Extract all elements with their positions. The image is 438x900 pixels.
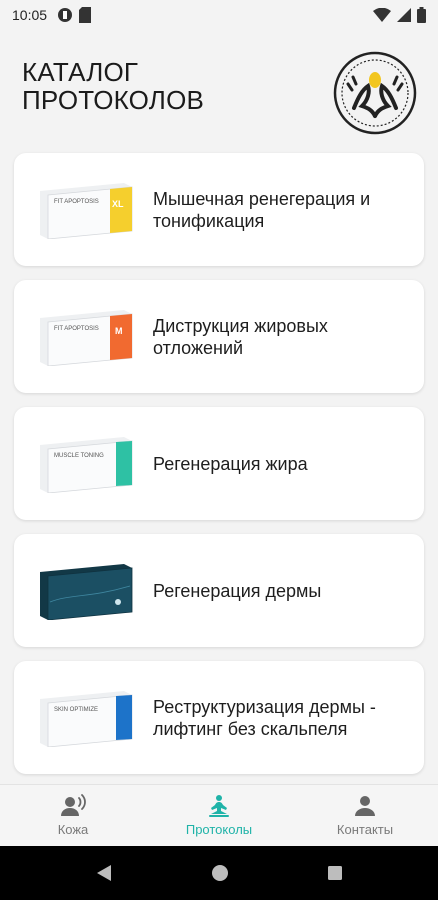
status-bar: 10:05 bbox=[0, 0, 438, 30]
battery-icon bbox=[417, 7, 426, 23]
brand-logo-icon bbox=[333, 51, 417, 135]
nav-label: Контакты bbox=[336, 822, 394, 837]
protocol-card[interactable]: XL FIT APOPTOSIS Мышечная ренегерация и … bbox=[14, 153, 424, 266]
svg-text:SKIN OPTIMIZE: SKIN OPTIMIZE bbox=[54, 707, 98, 713]
wifi-icon bbox=[373, 8, 391, 22]
protocol-title: Регенерация дермы bbox=[153, 580, 322, 601]
svg-text:MUSCLE TONING: MUSCLE TONING bbox=[54, 453, 104, 459]
page-title: КАТАЛОГ ПРОТОКОЛОВ bbox=[22, 57, 205, 115]
svg-text:FIT APOPTOSIS: FIT APOPTOSIS bbox=[54, 199, 99, 205]
back-icon[interactable] bbox=[95, 864, 113, 882]
header: КАТАЛОГ ПРОТОКОЛОВ bbox=[22, 51, 418, 138]
app-notification-icon bbox=[58, 8, 73, 22]
product-box-icon: XL FIT APOPTOSIS bbox=[40, 183, 133, 239]
home-icon[interactable] bbox=[211, 864, 229, 882]
nav-label: Протоколы bbox=[185, 822, 253, 837]
sd-card-icon bbox=[79, 7, 92, 23]
bottom-nav: Кожа Протоколы Контакты bbox=[0, 784, 438, 846]
svg-text:FIT APOPTOSIS: FIT APOPTOSIS bbox=[54, 326, 99, 332]
protocol-card[interactable]: MUSCLE TONING Регенерация жира bbox=[14, 407, 424, 520]
protocol-list: XL FIT APOPTOSIS Мышечная ренегерация и … bbox=[14, 153, 424, 788]
protocol-title: Мышечная ренегерация и тонификация bbox=[153, 188, 371, 231]
signal-icon bbox=[397, 8, 411, 22]
protocol-card[interactable]: Регенерация дермы bbox=[14, 534, 424, 647]
meditation-icon bbox=[209, 795, 229, 817]
product-box-icon bbox=[40, 564, 133, 620]
protocol-card[interactable]: M FIT APOPTOSIS Диструкция жировых отлож… bbox=[14, 280, 424, 393]
product-box-icon: MUSCLE TONING bbox=[40, 437, 133, 493]
person-voice-icon bbox=[61, 794, 86, 816]
protocol-title: Диструкция жировых отложений bbox=[153, 315, 328, 358]
svg-text:XL: XL bbox=[112, 199, 124, 209]
nav-item-skin[interactable]: Кожа bbox=[0, 785, 146, 846]
product-box-icon: M FIT APOPTOSIS bbox=[40, 310, 133, 366]
protocol-card[interactable]: SKIN OPTIMIZE Реструктуризация дермы - л… bbox=[14, 661, 424, 774]
svg-text:M: M bbox=[115, 326, 123, 336]
nav-item-protocols[interactable]: Протоколы bbox=[146, 785, 292, 846]
person-icon bbox=[355, 796, 375, 816]
system-nav-bar bbox=[0, 846, 438, 900]
product-box-icon: SKIN OPTIMIZE bbox=[40, 691, 133, 747]
recents-icon[interactable] bbox=[327, 865, 343, 881]
status-time: 10:05 bbox=[12, 7, 48, 23]
nav-label: Кожа bbox=[57, 822, 89, 837]
nav-item-contacts[interactable]: Контакты bbox=[292, 785, 438, 846]
protocol-title: Регенерация жира bbox=[153, 453, 308, 474]
protocol-title: Реструктуризация дермы - лифтинг без ска… bbox=[153, 696, 376, 739]
